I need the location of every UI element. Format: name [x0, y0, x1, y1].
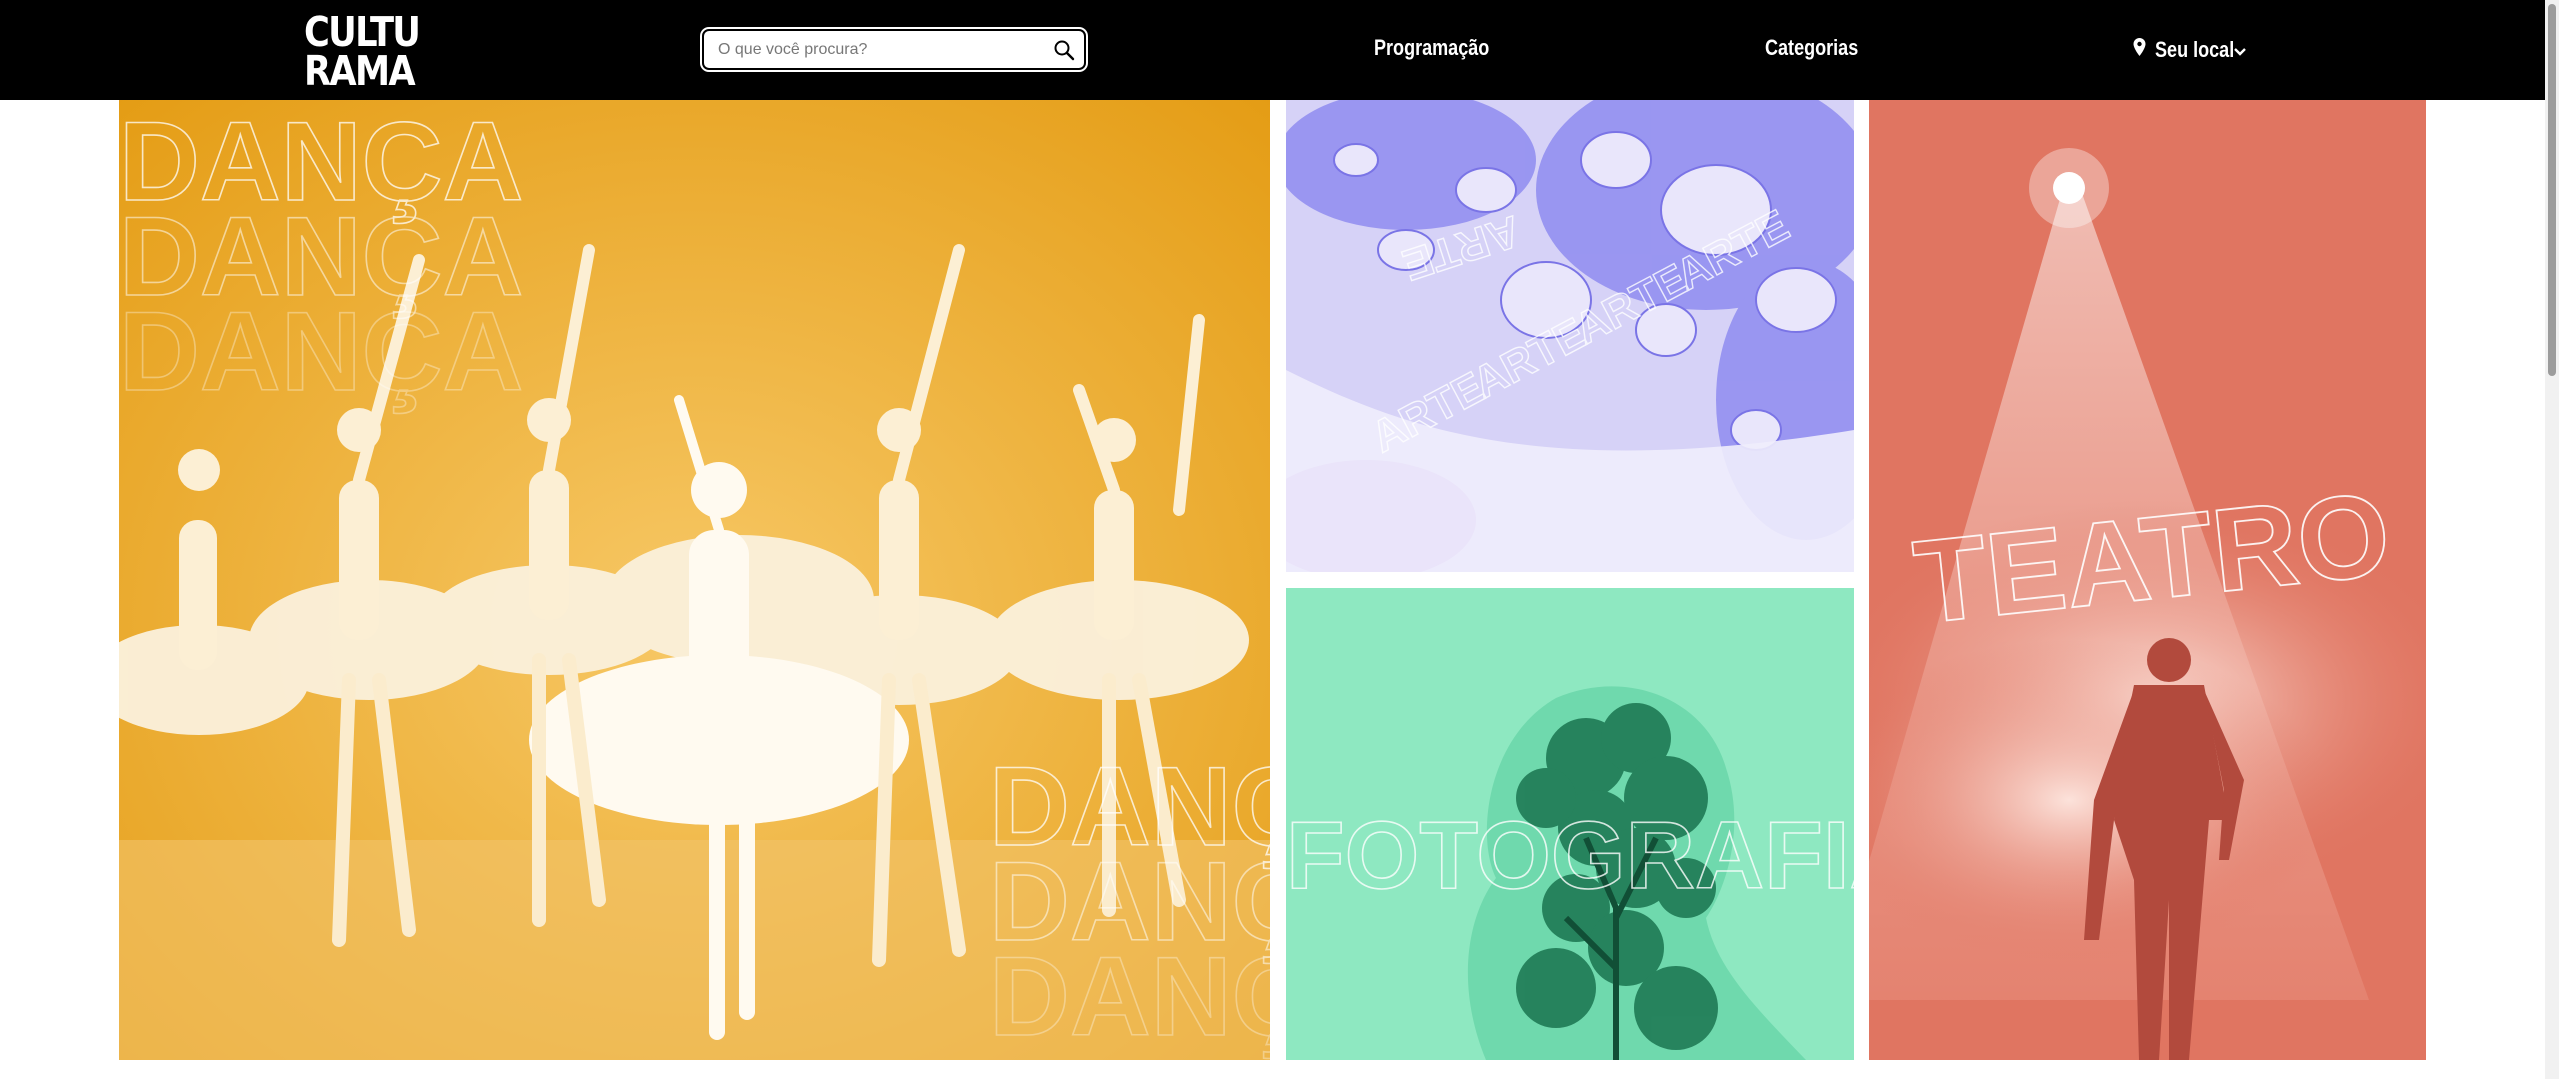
category-tile-fotografia[interactable]: FOTOGRAFIA — [1286, 588, 1854, 1060]
culturama-logo[interactable]: CULTU RAMA — [304, 11, 421, 95]
scrollbar-thumb[interactable] — [2548, 4, 2556, 376]
chevron-down-icon — [2234, 48, 2246, 56]
nav-categorias-link[interactable]: Categorias — [1765, 35, 1858, 61]
pin-icon — [2133, 38, 2146, 56]
category-tile-arte[interactable]: ARTE ARTE ARTE ARTE ARTE — [1286, 100, 1854, 572]
danca-word-bottom-3: DANÇA — [989, 934, 1270, 1059]
category-tile-teatro[interactable]: TEATRO — [1869, 100, 2426, 1060]
tree-portrait-image: FOTOGRAFIA — [1286, 588, 1854, 1060]
nav-programacao-link[interactable]: Programação — [1374, 35, 1489, 61]
search-input[interactable] — [718, 31, 1038, 68]
ballet-dancers-image: DANÇA DANÇA DANÇA DANÇA DANÇA DANÇA — [119, 100, 1270, 1060]
search-icon[interactable] — [1052, 38, 1076, 62]
page-scrollbar[interactable] — [2545, 0, 2559, 1079]
search-box — [702, 29, 1086, 70]
logo-line-2: RAMA — [304, 47, 416, 95]
danca-word-top-3: DANÇA — [119, 289, 523, 414]
stage-performer-image: TEATRO — [1869, 100, 2426, 1060]
fluid-art-image: ARTE ARTE ARTE ARTE ARTE — [1286, 100, 1854, 572]
location-label: Seu local — [2155, 37, 2235, 62]
site-header: CULTU RAMA Programação Categorias Seu lo… — [0, 0, 2545, 100]
fotografia-word: FOTOGRAFIA — [1286, 802, 1854, 909]
category-tile-danca[interactable]: DANÇA DANÇA DANÇA DANÇA DANÇA DANÇA — [119, 100, 1270, 1060]
